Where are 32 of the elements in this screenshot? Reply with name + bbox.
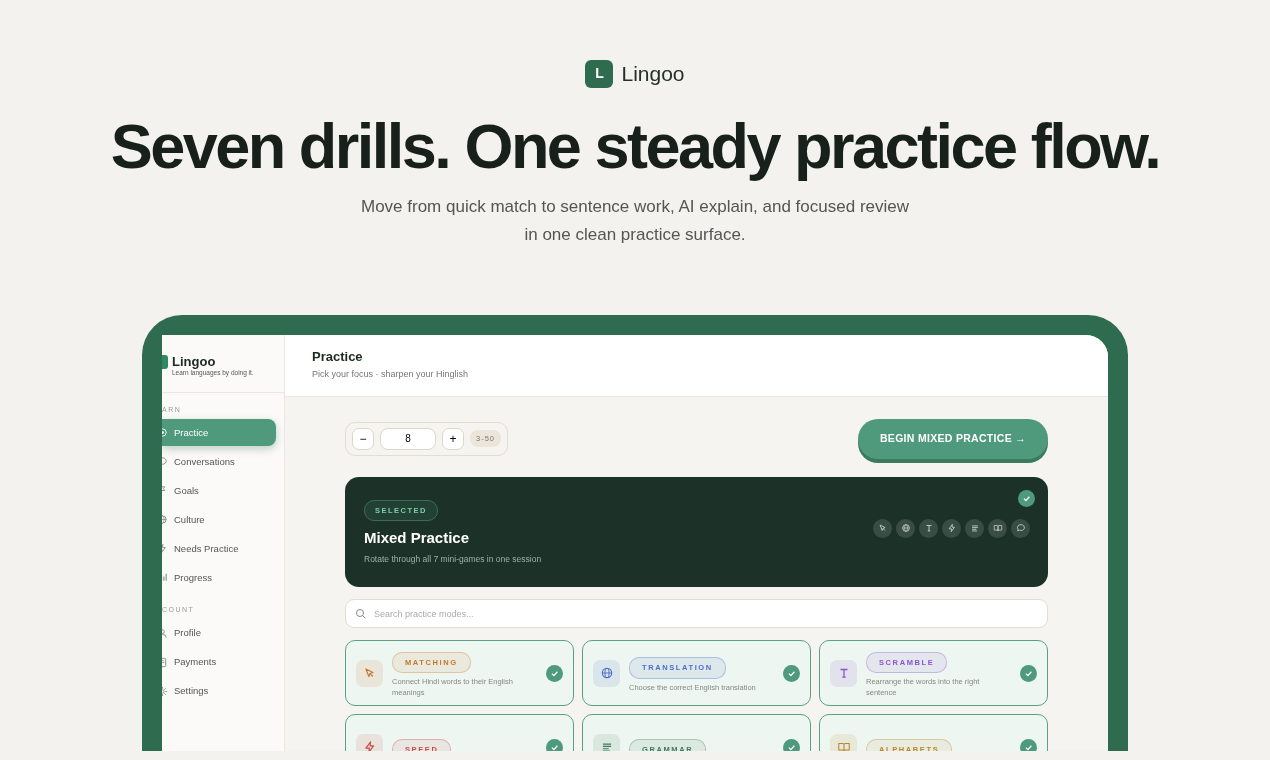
globe-icon	[599, 666, 614, 681]
count-field[interactable]: 8	[380, 427, 436, 450]
minus-button[interactable]: −	[352, 427, 374, 450]
page-subtitle: Pick your focus · sharpen your Hinglish	[312, 368, 470, 382]
nav-item[interactable]: Settings	[162, 677, 276, 705]
text-lines-icon	[969, 523, 980, 534]
nav-item[interactable]: Profile	[162, 619, 276, 647]
nav-item[interactable]: Goals	[162, 477, 276, 505]
search-field[interactable]: Search practice modes...	[345, 599, 1048, 629]
nav-item[interactable]: Needs Practice	[162, 535, 276, 563]
speech-bubble-icon	[1015, 523, 1026, 534]
nav-item[interactable]: Culture	[162, 506, 276, 534]
plus-button[interactable]: +	[442, 427, 464, 450]
globe-icon	[900, 523, 911, 534]
page-title: Practice	[312, 348, 364, 365]
logo-icon: L	[585, 59, 614, 88]
lightning-icon	[946, 523, 957, 534]
search-icon	[355, 608, 367, 621]
card-description: Rotate through all 7 mini-games in one session	[364, 553, 542, 567]
logo-icon	[162, 354, 168, 369]
nav-item[interactable]: Progress	[162, 564, 276, 592]
card-title: Mixed Practice	[364, 528, 470, 548]
app-name: Lingoo	[172, 354, 217, 368]
subtitle: Move from quick match to sentence work, AI explain, and focused review in one clean practice surface.	[359, 195, 910, 246]
cursor-icon	[877, 523, 888, 534]
book-icon	[992, 523, 1003, 534]
book-icon	[836, 740, 851, 751]
headline: Seven drills. One steady practice flow.	[109, 111, 1161, 181]
lightning-icon	[362, 740, 377, 751]
nav-item[interactable]: Conversations	[162, 448, 276, 476]
brand-name: Lingoo	[621, 61, 685, 87]
nav-item[interactable]: Payments	[162, 648, 276, 676]
